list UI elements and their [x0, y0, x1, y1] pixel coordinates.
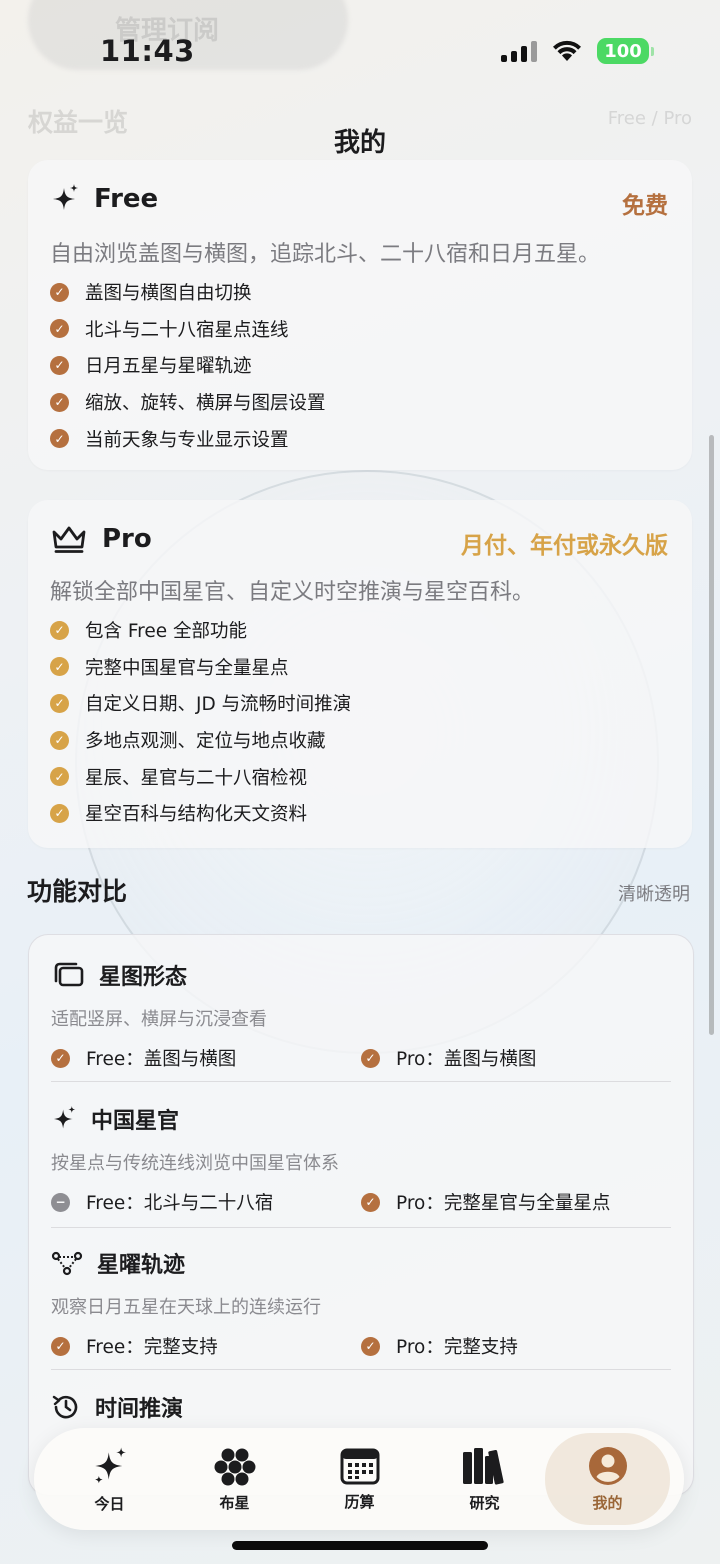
- tab-star-layout[interactable]: 布星: [172, 1428, 297, 1530]
- star-cluster-icon: [214, 1448, 255, 1485]
- free-feature-list: ✓ 盖图与横图自由切换 ✓ 北斗与二十八宿星点连线 ✓ 日月五星与星曜轨迹 ✓ 缩放、旋…: [50, 274, 326, 457]
- comparison-section-hint: 清晰透明: [618, 884, 690, 905]
- comparison-row-chinese-asterisms: 中国星官 按星点与传统连线浏览中国星官体系 − Free：北斗与二十八宿 ✓ Pro…: [51, 1103, 671, 1215]
- tab-bar: 今日 布星 历算 研究 我的: [34, 1428, 684, 1530]
- check-icon: ✓: [51, 1048, 70, 1068]
- check-icon: ✓: [361, 1192, 380, 1212]
- list-item: ✓ 多地点观测、定位与地点收藏: [50, 722, 351, 759]
- list-item: ✓ 日月五星与星曜轨迹: [50, 347, 326, 384]
- tab-research[interactable]: 研究: [422, 1428, 547, 1530]
- divider: [51, 1227, 671, 1228]
- divider: [51, 1369, 671, 1370]
- list-item: ✓ 星空百科与结构化天文资料: [50, 795, 351, 832]
- list-item: ✓ 北斗与二十八宿星点连线: [50, 311, 326, 348]
- orbit-path-icon: [51, 1251, 83, 1276]
- crown-icon: [52, 526, 86, 553]
- list-item: ✓ 缩放、旋转、横屏与图层设置: [50, 384, 326, 421]
- user-avatar-icon: [588, 1446, 627, 1485]
- check-icon: ✓: [361, 1048, 380, 1068]
- pro-plan-name: Pro: [102, 524, 152, 554]
- status-icons: 100: [501, 38, 654, 64]
- check-icon: ✓: [50, 657, 69, 677]
- list-item: ✓ 当前天象与专业显示设置: [50, 420, 326, 457]
- scrollbar[interactable]: [709, 435, 714, 1035]
- pro-plan-card: Pro 月付、年付或永久版 解锁全部中国星官、自定义时空推演与星空百科。 ✓ 包含…: [28, 500, 692, 848]
- tab-mine[interactable]: 我的: [545, 1433, 670, 1525]
- list-item: ✓ 星辰、星官与二十八宿检视: [50, 758, 351, 795]
- comparison-row-time-simulation: 时间推演: [51, 1391, 671, 1423]
- free-plan-description: 自由浏览盖图与横图，追踪北斗、二十八宿和日月五星。: [50, 242, 601, 267]
- calendar-icon: [340, 1448, 379, 1484]
- wifi-icon: [553, 40, 581, 61]
- books-icon: [462, 1447, 504, 1485]
- sparkle-icon: [94, 1446, 126, 1483]
- battery-icon: 100: [597, 38, 649, 64]
- minus-circle-icon: −: [51, 1192, 70, 1212]
- sparkle-icon: [53, 1106, 76, 1129]
- pro-feature-list: ✓ 包含 Free 全部功能 ✓ 完整中国星官与全量星点 ✓ 自定义日期、JD 与流畅…: [50, 612, 351, 832]
- sparkle-icon: [53, 184, 78, 210]
- comparison-card: 星图形态 适配竖屏、横屏与沉浸查看 ✓ Free：盖图与横图 ✓ Pro：盖图与横图…: [28, 934, 694, 1496]
- check-icon: ✓: [50, 620, 69, 640]
- list-item: ✓ 完整中国星官与全量星点: [50, 649, 351, 686]
- comparison-section-title: 功能对比: [27, 877, 128, 906]
- check-icon: ✓: [50, 429, 69, 449]
- check-icon: ✓: [361, 1336, 380, 1356]
- check-icon: ✓: [50, 767, 69, 787]
- history-clock-icon: [52, 1395, 78, 1419]
- free-plan-price: 免费: [622, 193, 668, 219]
- check-icon: ✓: [50, 693, 69, 713]
- status-time: 11:43: [100, 34, 195, 68]
- pro-plan-price: 月付、年付或永久版: [461, 533, 668, 559]
- pro-plan-description: 解锁全部中国星官、自定义时空推演与星空百科。: [50, 580, 535, 605]
- check-icon: ✓: [50, 730, 69, 750]
- check-icon: ✓: [50, 392, 69, 412]
- comparison-row-star-map-mode: 星图形态 适配竖屏、横屏与沉浸查看 ✓ Free：盖图与横图 ✓ Pro：盖图与横图: [51, 959, 671, 1071]
- check-icon: ✓: [50, 282, 69, 302]
- cellular-signal-icon: [501, 40, 537, 62]
- comparison-row-planet-trajectory: 星曜轨迹 观察日月五星在天球上的连续运行 ✓ Free：完整支持 ✓ Pro：完整支…: [51, 1247, 671, 1359]
- list-item: ✓ 自定义日期、JD 与流畅时间推演: [50, 685, 351, 722]
- list-item: ✓ 盖图与横图自由切换: [50, 274, 326, 311]
- home-indicator[interactable]: [232, 1541, 488, 1550]
- layers-icon: [54, 962, 84, 987]
- tab-today[interactable]: 今日: [47, 1428, 172, 1530]
- check-icon: ✓: [50, 803, 69, 823]
- free-plan-name: Free: [94, 184, 159, 214]
- tab-calendar[interactable]: 历算: [297, 1428, 422, 1530]
- list-item: ✓ 包含 Free 全部功能: [50, 612, 351, 649]
- check-icon: ✓: [51, 1336, 70, 1356]
- page-title: 我的: [333, 128, 386, 158]
- check-icon: ✓: [50, 355, 69, 375]
- free-plan-card: Free 免费 自由浏览盖图与横图，追踪北斗、二十八宿和日月五星。 ✓ 盖图与横图…: [28, 160, 692, 470]
- divider: [51, 1081, 671, 1082]
- check-icon: ✓: [50, 319, 69, 339]
